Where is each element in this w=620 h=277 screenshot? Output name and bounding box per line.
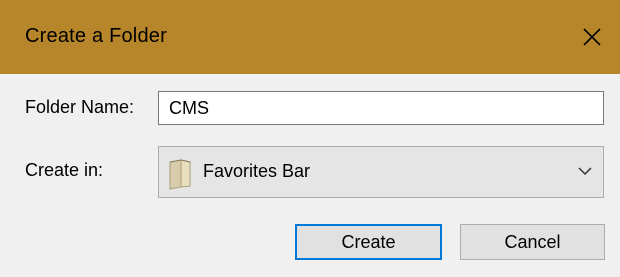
dialog-title: Create a Folder — [25, 25, 167, 47]
folder-name-label: Folder Name: — [25, 97, 135, 117]
create-folder-dialog: Create a Folder Folder Name: Create in: … — [0, 0, 620, 277]
title-bar: Create a Folder — [0, 0, 620, 74]
folder-name-input[interactable] — [158, 91, 604, 125]
cancel-button[interactable]: Cancel — [460, 224, 605, 260]
create-in-label: Create in: — [25, 160, 104, 180]
folder-icon — [169, 159, 191, 190]
chevron-down-icon — [578, 167, 592, 176]
close-icon — [583, 28, 601, 46]
create-in-selected-value: Favorites Bar — [203, 161, 311, 181]
create-in-dropdown[interactable]: Favorites Bar — [158, 146, 604, 198]
create-button[interactable]: Create — [295, 224, 442, 260]
close-button[interactable] — [564, 0, 620, 74]
